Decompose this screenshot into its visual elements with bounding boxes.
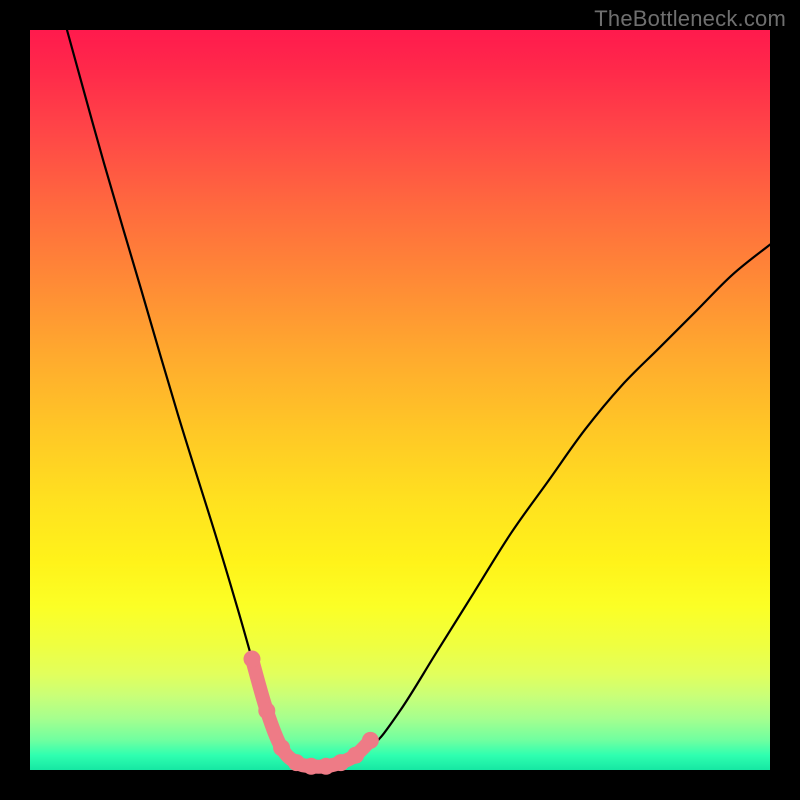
optimal-zone-dot xyxy=(258,702,275,719)
optimal-zone-dot xyxy=(288,754,305,771)
optimal-zone-dot xyxy=(303,758,320,775)
optimal-zone-dot xyxy=(347,747,364,764)
optimal-zone-dot xyxy=(362,732,379,749)
optimal-zone-dot xyxy=(332,754,349,771)
optimal-zone-dot xyxy=(244,651,261,668)
curve-svg xyxy=(30,30,770,770)
chart-frame: TheBottleneck.com xyxy=(0,0,800,800)
optimal-zone-dot xyxy=(273,739,290,756)
bottleneck-curve xyxy=(67,30,770,767)
optimal-zone-dot xyxy=(318,758,335,775)
plot-area xyxy=(30,30,770,770)
optimal-zone-dots xyxy=(244,651,379,775)
watermark-text: TheBottleneck.com xyxy=(594,6,786,32)
